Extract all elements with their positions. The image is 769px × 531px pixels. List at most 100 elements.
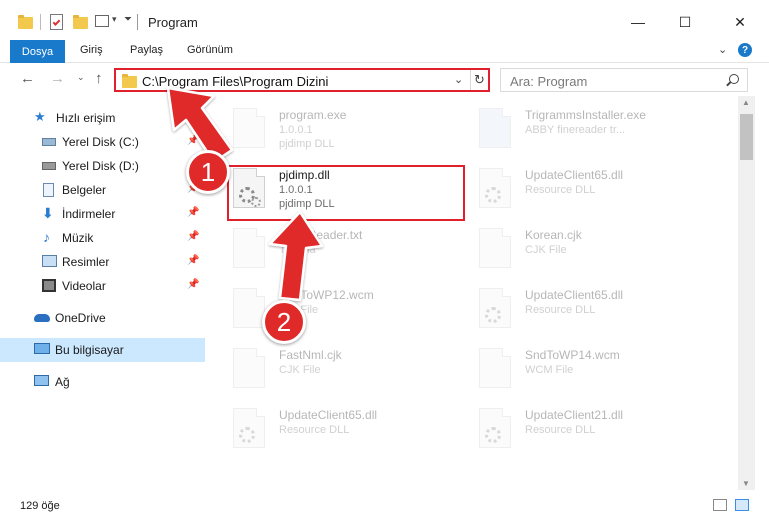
tab-dosya[interactable]: Dosya xyxy=(10,40,65,63)
file-detail: WCM File xyxy=(525,364,574,376)
sidebar-item-label: Resimler xyxy=(62,255,110,269)
file-name: UpdateClient65.dll xyxy=(279,408,378,422)
file-name: SndToWP12.wcm xyxy=(279,288,374,302)
sidebar-item-quick-access[interactable]: ★ Hızlı erişim xyxy=(0,106,205,130)
scrollbar-thumb[interactable] xyxy=(740,114,753,160)
file-name: UpdateClient65.dll xyxy=(525,168,624,182)
dll-file-icon xyxy=(479,288,511,328)
ribbon-tabs: Dosya Giriş Paylaş Görünüm ⌄ ? xyxy=(0,40,769,63)
scroll-down-icon[interactable]: ▼ xyxy=(742,479,750,488)
search-placeholder[interactable]: Ara: Program xyxy=(510,74,587,89)
up-arrow-icon[interactable]: ↑ xyxy=(95,70,103,87)
file-item[interactable]: TrigrammsInstaller.exe ABBY finereader t… xyxy=(479,100,715,160)
dll-file-icon xyxy=(479,168,511,208)
file-highlight-box xyxy=(227,165,465,221)
text-file-icon xyxy=(233,228,265,268)
sidebar-item-label: Müzik xyxy=(62,231,94,245)
properties-icon[interactable] xyxy=(50,14,63,30)
large-icons-view-icon[interactable] xyxy=(735,499,749,511)
customize-dropdown-icon[interactable]: ⏷ xyxy=(124,14,132,25)
installer-file-icon xyxy=(479,108,511,148)
details-view-icon[interactable] xyxy=(713,499,727,511)
expand-ribbon-icon[interactable]: ⌄ xyxy=(718,43,727,56)
file-name: ...lineReader.txt xyxy=(279,228,363,242)
maximize-button[interactable]: ☐ xyxy=(665,8,705,36)
file-name: FastNml.cjk xyxy=(279,348,342,362)
file-item[interactable]: UpdateClient21.dll Resource DLL xyxy=(479,400,715,460)
sidebar-item-disk-d[interactable]: Yerel Disk (D:) 📌 xyxy=(0,154,205,178)
vertical-scrollbar[interactable]: ▲ ▼ xyxy=(738,96,755,490)
scroll-up-icon[interactable]: ▲ xyxy=(742,98,750,107)
file-item[interactable]: UpdateClient65.dll Resource DLL xyxy=(479,280,715,340)
sidebar-item-documents[interactable]: Belgeler 📌 xyxy=(0,178,205,202)
file-item[interactable]: Korean.cjk CJK File xyxy=(479,220,715,280)
sidebar-item-videos[interactable]: Videolar 📌 xyxy=(0,274,205,298)
file-name: Korean.cjk xyxy=(525,228,582,242)
address-path[interactable]: C:\Program Files\Program Dizini xyxy=(142,74,328,89)
file-detail: ABBY finereader tr... xyxy=(525,124,626,136)
file-detail: Resource DLL xyxy=(279,424,350,436)
pin-icon[interactable]: 📌 xyxy=(187,279,199,290)
minimize-button[interactable]: — xyxy=(618,8,658,36)
tab-gorunum[interactable]: Görünüm xyxy=(187,44,233,56)
separator xyxy=(470,70,471,90)
cjk-file-icon xyxy=(479,228,511,268)
pin-icon[interactable]: 📌 xyxy=(187,231,199,242)
file-item[interactable]: ...lineReader.txt Tt...Fila xyxy=(233,220,469,280)
new-folder-icon[interactable] xyxy=(73,15,88,29)
pin-icon[interactable]: 📌 xyxy=(187,207,199,218)
help-icon[interactable]: ? xyxy=(738,43,752,57)
sidebar-item-network[interactable]: Ağ xyxy=(0,370,205,394)
sidebar-item-pictures[interactable]: Resimler 📌 xyxy=(0,250,205,274)
video-icon xyxy=(42,279,56,292)
sidebar-item-label: Bu bilgisayar xyxy=(55,343,124,357)
sidebar-item-label: İndirmeler xyxy=(62,207,116,221)
tab-paylas[interactable]: Paylaş xyxy=(130,44,163,56)
file-item[interactable]: UpdateClient65.dll Resource DLL xyxy=(233,400,469,460)
sidebar-item-downloads[interactable]: ⬇ İndirmeler 📌 xyxy=(0,202,205,226)
sidebar-item-onedrive[interactable]: OneDrive xyxy=(0,306,205,330)
status-bar: 129 öğe xyxy=(0,490,769,531)
file-item[interactable]: program.exe 1.0.0.1 pjdimp DLL xyxy=(233,100,469,160)
item-count: 129 öğe xyxy=(20,500,60,512)
dll-file-icon xyxy=(233,408,265,448)
dll-file-icon xyxy=(479,408,511,448)
step-badge-2: 2 xyxy=(262,300,306,344)
search-box[interactable]: Ara: Program xyxy=(500,68,748,92)
folder-icon xyxy=(18,15,33,29)
chevron-down-icon[interactable]: ⌄ xyxy=(454,73,463,86)
file-item[interactable]: SndToWP14.wcm WCM File xyxy=(479,340,715,400)
cloud-icon xyxy=(34,314,50,322)
refresh-icon[interactable]: ↻ xyxy=(474,72,485,88)
back-arrow-icon[interactable]: ← xyxy=(20,70,35,87)
network-icon xyxy=(34,375,49,386)
customize-quick-access-icon[interactable] xyxy=(95,15,109,27)
close-button[interactable]: ✕ xyxy=(720,8,760,36)
music-icon: ♪ xyxy=(43,229,50,245)
file-detail: CJK File xyxy=(279,364,321,376)
address-bar[interactable]: C:\Program Files\Program Dizini ⌄ ↻ xyxy=(114,68,490,92)
tab-giris[interactable]: Giriş xyxy=(80,44,103,56)
file-item[interactable]: UpdateClient65.dll Resource DLL xyxy=(479,160,715,220)
file-item[interactable]: FastNml.cjk CJK File xyxy=(233,340,469,400)
sidebar-item-music[interactable]: ♪ Müzik 📌 xyxy=(0,226,205,250)
pin-icon[interactable]: 📌 xyxy=(187,135,199,146)
pin-icon[interactable]: 📌 xyxy=(187,255,199,266)
title-separator xyxy=(137,14,138,30)
chevron-down-icon[interactable]: ▾ xyxy=(112,14,117,25)
document-icon xyxy=(43,183,54,197)
forward-arrow-icon[interactable]: → xyxy=(50,70,65,87)
gear-icon xyxy=(485,427,501,443)
file-detail: Resource DLL xyxy=(525,424,596,436)
sidebar-item-disk-c[interactable]: Yerel Disk (C:) 📌 xyxy=(0,130,205,154)
sidebar-item-label: Videolar xyxy=(62,279,106,293)
search-icon xyxy=(729,74,739,84)
recent-locations-icon[interactable]: ⌄ xyxy=(77,72,85,83)
sidebar-item-label: Hızlı erişim xyxy=(56,111,116,125)
wcm-file-icon xyxy=(233,288,265,328)
file-detail: Resource DLL xyxy=(525,304,596,316)
sidebar-item-label: Belgeler xyxy=(62,183,107,197)
sidebar-item-this-pc[interactable]: Bu bilgisayar xyxy=(0,338,205,362)
drive-icon xyxy=(42,162,56,170)
file-name: SndToWP14.wcm xyxy=(525,348,620,362)
